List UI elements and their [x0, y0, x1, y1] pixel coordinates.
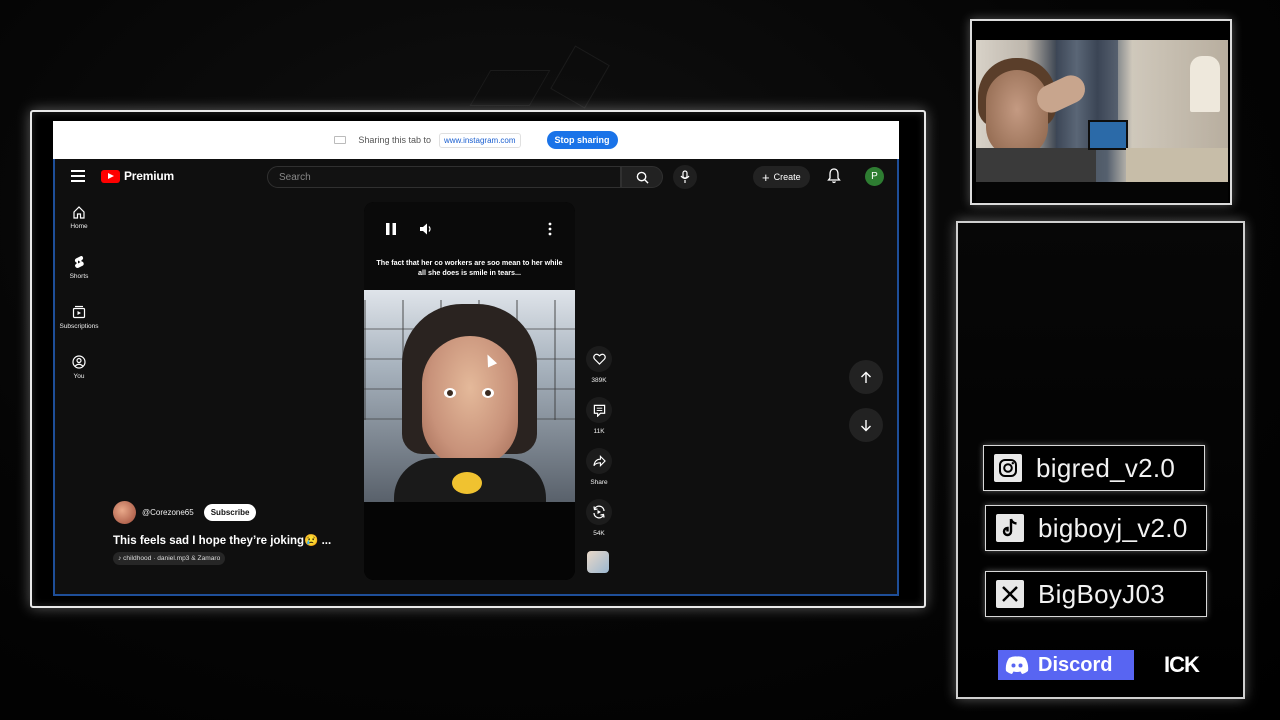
background-desk — [1126, 148, 1228, 182]
social-instagram: bigred_v2.0 — [983, 445, 1205, 491]
person-face — [422, 336, 518, 466]
background-hex-decoration — [550, 45, 610, 109]
short-title[interactable]: This feels sad I hope they’re joking😢 ..… — [113, 533, 331, 547]
webcam-bottom-strip — [976, 182, 1228, 202]
sharing-text: Sharing this tab to — [358, 135, 431, 145]
notifications-button[interactable] — [827, 168, 841, 189]
search-input[interactable]: Search — [267, 166, 621, 188]
sidebar-item-home[interactable]: Home — [55, 205, 103, 255]
voice-search-button[interactable] — [673, 165, 697, 189]
share-icon — [592, 455, 606, 467]
tiktok-icon — [996, 514, 1024, 542]
stream-overlay: Sharing this tab to www.instagram.com St… — [0, 0, 1280, 720]
food-item — [452, 472, 482, 494]
sidebar-item-label: Subscriptions — [59, 323, 99, 330]
sidebar-item-label: Shorts — [69, 273, 89, 280]
sidebar-item-label: Home — [70, 223, 88, 230]
home-icon — [73, 206, 85, 219]
discord-logo: Discord — [998, 650, 1134, 680]
brand-label: Premium — [124, 169, 174, 183]
background-shelf — [1190, 56, 1220, 112]
social-x: BigBoyJ03 — [985, 571, 1207, 617]
discord-label: Discord — [1038, 653, 1113, 676]
sidebar-item-subscriptions[interactable]: Subscriptions — [55, 305, 103, 355]
sound-thumbnail[interactable] — [587, 551, 609, 573]
account-avatar[interactable]: P — [865, 167, 884, 186]
social-tiktok: bigboyj_v2.0 — [985, 505, 1207, 551]
player-bottom-area — [364, 502, 575, 580]
channel-name[interactable]: @Corezone65 — [142, 508, 194, 517]
youtube-shorts-page: Premium Search + Create P Home Shorts Su… — [53, 159, 899, 596]
remix-icon — [593, 505, 605, 519]
sidebar: Home Shorts Subscriptions You — [55, 205, 103, 405]
like-count: 389K — [591, 377, 607, 384]
channel-avatar[interactable] — [113, 501, 136, 524]
you-icon — [72, 355, 86, 369]
mic-icon — [680, 170, 690, 183]
video-caption: The fact that her co workers are soo mea… — [376, 258, 563, 277]
heart-icon — [592, 353, 606, 365]
sharing-site-link[interactable]: www.instagram.com — [438, 132, 521, 148]
share-button[interactable]: Share — [585, 448, 613, 486]
tab-icon — [334, 136, 347, 144]
background-monitor — [1088, 120, 1128, 150]
discord-icon — [1005, 656, 1029, 674]
streamer-shirt — [976, 148, 1096, 182]
arrow-up-icon — [861, 371, 871, 383]
remix-button[interactable]: 54K — [585, 499, 613, 537]
youtube-header: Premium Search + Create P — [55, 159, 897, 195]
create-button[interactable]: + Create — [753, 166, 810, 188]
webcam-feed — [976, 40, 1228, 182]
sidebar-item-shorts[interactable]: Shorts — [55, 255, 103, 305]
music-tag[interactable]: ♪ childhood · daniel.mp3 & Zamaro — [113, 552, 226, 565]
subscriptions-icon — [72, 305, 86, 319]
volume-icon[interactable] — [419, 222, 433, 236]
eye — [482, 388, 494, 398]
instagram-icon — [994, 454, 1022, 482]
shorts-icon — [74, 255, 84, 268]
search-icon — [636, 171, 649, 184]
more-options-icon[interactable] — [548, 222, 552, 236]
streamer-face — [986, 70, 1048, 158]
create-label: Create — [773, 172, 801, 182]
arrow-down-icon — [861, 419, 871, 431]
remix-count: 54K — [593, 530, 605, 537]
background-hex-decoration — [469, 70, 551, 106]
tiktok-handle: bigboyj_v2.0 — [1038, 512, 1188, 543]
youtube-play-icon — [101, 169, 120, 183]
search-button[interactable] — [621, 166, 663, 188]
like-button[interactable]: 389K — [585, 346, 613, 384]
comments-button[interactable]: 11K — [585, 397, 613, 435]
next-short-button[interactable] — [849, 408, 883, 442]
video-frame — [364, 290, 575, 502]
tab-sharing-bar: Sharing this tab to www.instagram.com St… — [53, 121, 899, 159]
x-handle: BigBoyJ03 — [1038, 578, 1165, 609]
x-icon — [996, 580, 1024, 608]
short-video-player[interactable]: The fact that her co workers are soo mea… — [364, 202, 575, 580]
youtube-logo[interactable]: Premium — [101, 169, 174, 183]
menu-icon[interactable] — [71, 170, 85, 182]
previous-short-button[interactable] — [849, 360, 883, 394]
plus-icon: + — [762, 169, 770, 185]
sidebar-item-label: You — [73, 373, 85, 380]
sidebar-item-you[interactable]: You — [55, 355, 103, 405]
share-label: Share — [590, 479, 608, 486]
comment-icon — [593, 404, 605, 417]
extra-logo-text: ICK — [1164, 652, 1200, 677]
eye — [444, 388, 456, 398]
subscribe-button[interactable]: Subscribe — [203, 504, 257, 521]
instagram-handle: bigred_v2.0 — [1036, 452, 1176, 483]
player-top-bar: The fact that her co workers are soo mea… — [364, 202, 575, 290]
bell-icon — [827, 168, 841, 184]
comment-count: 11K — [593, 428, 605, 435]
pause-icon[interactable] — [385, 222, 397, 236]
channel-row: @Corezone65 Subscribe — [113, 501, 257, 524]
stop-sharing-button[interactable]: Stop sharing — [546, 131, 618, 149]
